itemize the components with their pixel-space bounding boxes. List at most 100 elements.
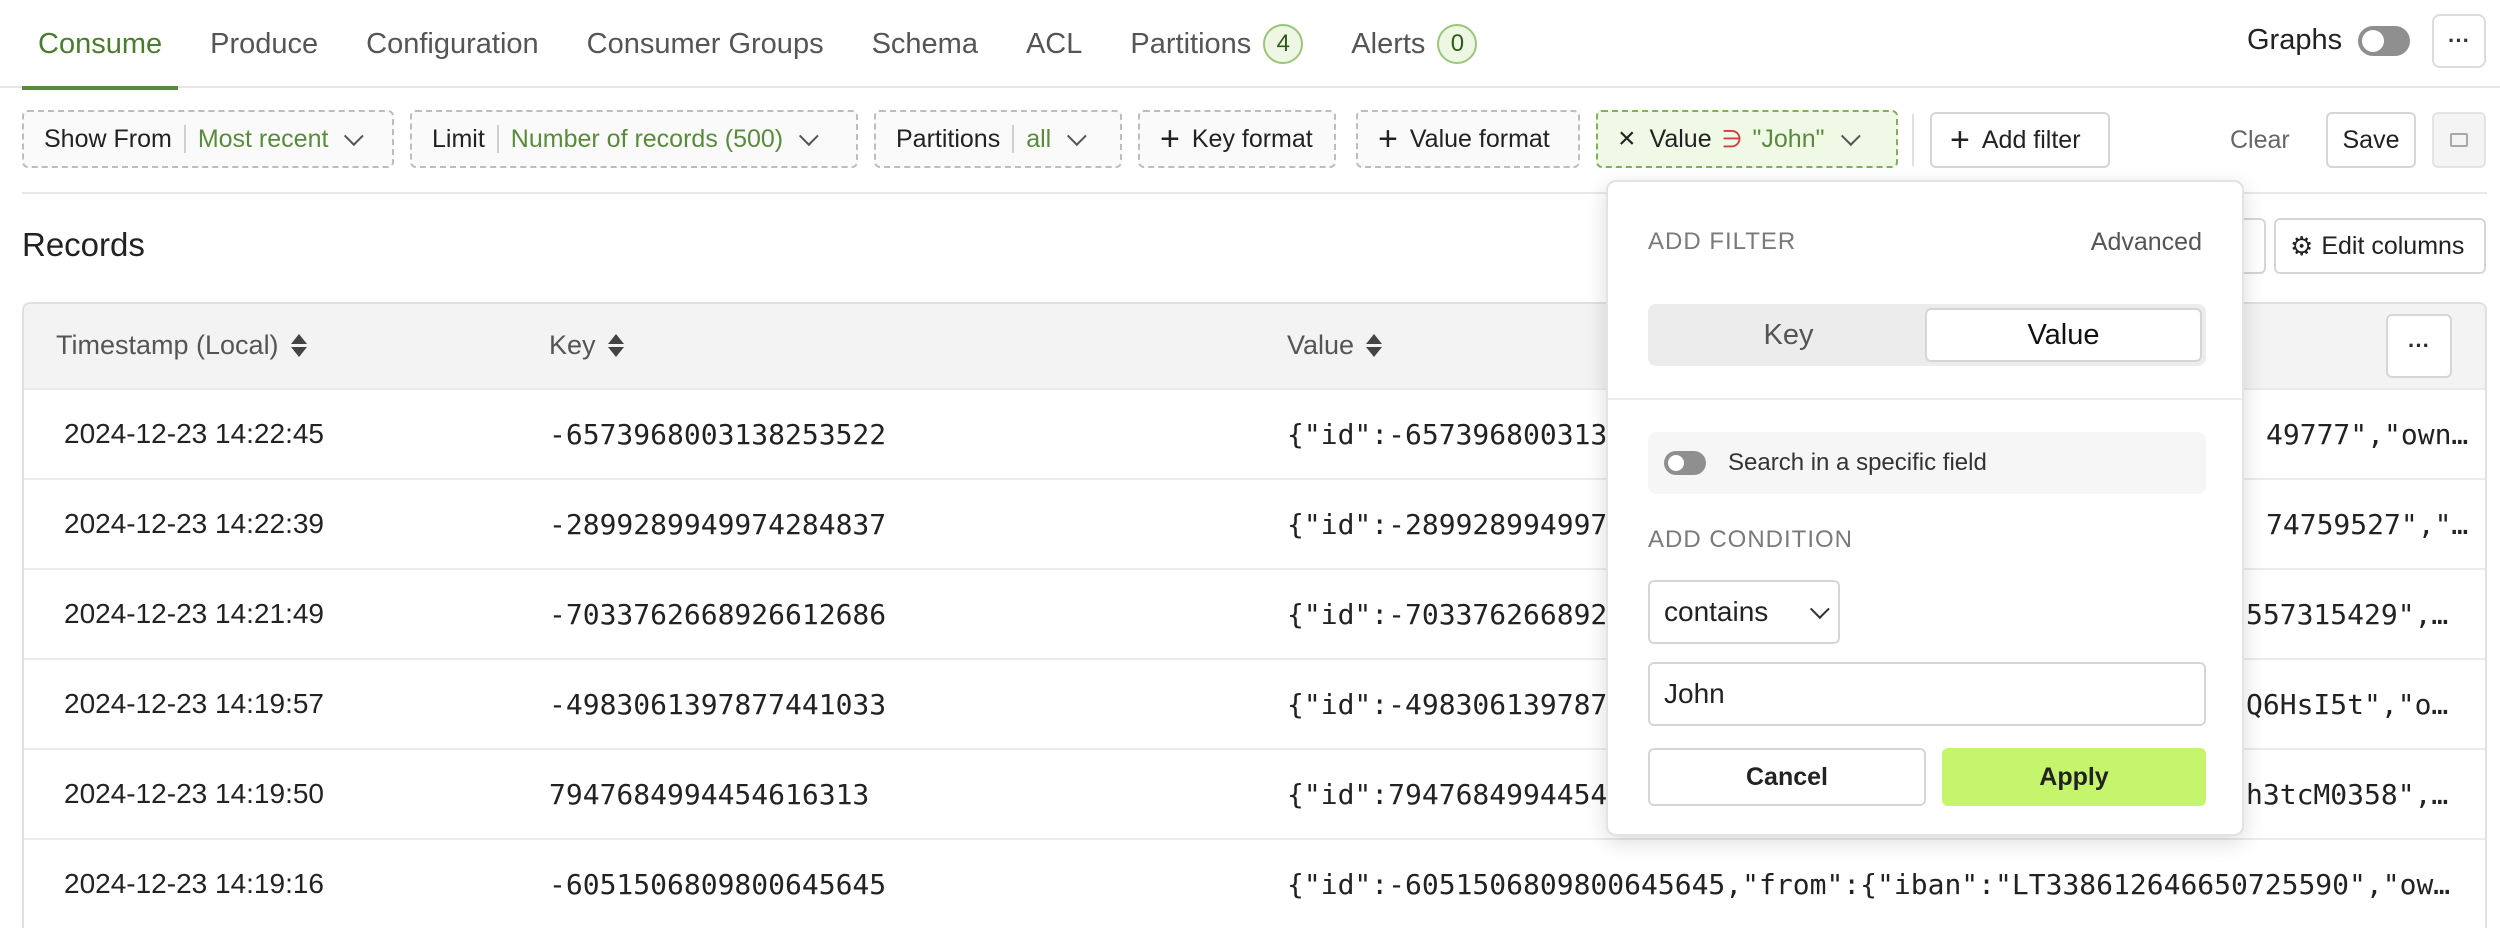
partitions-filter[interactable]: Partitions all [874, 110, 1122, 168]
records-title: Records [22, 226, 145, 263]
divider [1012, 125, 1015, 153]
save-button[interactable]: Save [2326, 112, 2416, 168]
tab-label: Configuration [366, 27, 539, 60]
column-label: Timestamp (Local) [56, 330, 279, 360]
value-filter-field: Value [1649, 124, 1712, 153]
key-format-label: Key format [1191, 124, 1313, 153]
add-filter-button[interactable]: + Add filter [1930, 112, 2110, 168]
add-filter-popover: ADD FILTER Advanced Key Value Search in … [1606, 180, 2244, 836]
value-cell-tail: 557315429",… [2246, 598, 2449, 631]
graphs-toggle[interactable] [2358, 25, 2411, 56]
apply-button[interactable]: Apply [1942, 748, 2206, 806]
limit-filter[interactable]: Limit Number of records (500) [410, 110, 858, 168]
divider [1608, 398, 2242, 400]
show-from-filter[interactable]: Show From Most recent [22, 110, 394, 168]
tab-label: Alerts [1351, 27, 1426, 60]
key-format-button[interactable]: + Key format [1138, 110, 1336, 168]
value-cell-tail: 49777","own… [2266, 418, 2469, 451]
column-label: Value [1287, 330, 1355, 360]
tab-label: Consume [38, 27, 163, 60]
value-cell: {"id":-6051506809800645645,"from":{"iban… [1287, 868, 2451, 901]
key-cell: -6573968003138253522 [549, 418, 887, 451]
sort-icon [290, 334, 307, 357]
filter-bar: Show From Most recent Limit Number of re… [0, 110, 2500, 170]
cancel-label: Cancel [1746, 762, 1828, 791]
partitions-value: all [1026, 124, 1052, 153]
clear-button[interactable]: Clear [2230, 126, 2290, 155]
gear-icon: ⚙ [2290, 230, 2314, 261]
timestamp-cell: 2024-12-23 14:19:16 [64, 868, 324, 899]
value-format-button[interactable]: + Value format [1356, 110, 1580, 168]
segment-key[interactable]: Key [1652, 308, 1925, 362]
condition-title: ADD CONDITION [1648, 526, 1853, 553]
chevron-down-icon [344, 126, 365, 147]
key-cell: -2899289949974284837 [549, 508, 887, 541]
show-from-label: Show From [44, 124, 172, 153]
sort-icon [607, 334, 624, 357]
graphs-toggle-group: Graphs [2247, 24, 2411, 57]
table-more-button[interactable]: ··· [2386, 314, 2452, 378]
tab-produce[interactable]: Produce [194, 0, 334, 88]
timestamp-cell: 2024-12-23 14:22:39 [64, 508, 324, 539]
condition-value: contains [1664, 596, 1769, 627]
value-format-label: Value format [1409, 124, 1550, 153]
cancel-button[interactable]: Cancel [1648, 748, 1926, 806]
save-label: Save [2342, 125, 2400, 154]
timestamp-cell: 2024-12-23 14:19:50 [64, 778, 324, 809]
chevron-down-icon [1809, 599, 1830, 620]
value-filter-value: "John" [1752, 124, 1825, 153]
specific-field-label: Search in a specific field [1728, 449, 1987, 476]
chevron-down-icon [799, 126, 819, 147]
tab-schema[interactable]: Schema [856, 0, 994, 88]
advanced-link[interactable]: Advanced [2091, 228, 2202, 257]
value-filter-chip[interactable]: × Value ∋ "John" [1596, 110, 1898, 168]
tab-consumer-groups[interactable]: Consumer Groups [571, 0, 840, 88]
tab-label: ACL [1025, 27, 1083, 60]
popover-title: ADD FILTER [1648, 228, 1797, 255]
divider [1912, 114, 1914, 166]
key-value-segmented-control: Key Value [1648, 304, 2206, 366]
key-cell: -6051506809800645645 [549, 868, 887, 901]
value-cell-tail: h3tcM0358",… [2246, 778, 2449, 811]
tab-label: Produce [210, 27, 319, 60]
specific-field-toggle[interactable] [1664, 451, 1706, 475]
column-header-value[interactable]: Value [1287, 330, 1383, 361]
plus-icon: + [1378, 120, 1398, 158]
divider [183, 125, 186, 153]
column-header-timestamp[interactable]: Timestamp (Local) [56, 330, 307, 361]
table-row[interactable]: 2024-12-23 14:19:16 -6051506809800645645… [24, 838, 2485, 928]
tab-alerts[interactable]: Alerts 0 [1335, 0, 1493, 88]
more-options-button[interactable]: ··· [2432, 14, 2486, 68]
tab-label: Schema [871, 27, 978, 60]
plus-icon: + [1160, 120, 1180, 158]
value-cell-tail: Q6HsI5t","o… [2246, 688, 2449, 721]
column-header-key[interactable]: Key [549, 330, 624, 361]
timestamp-cell: 2024-12-23 14:19:57 [64, 688, 324, 719]
segment-value[interactable]: Value [1925, 308, 2202, 362]
show-from-value: Most recent [197, 124, 329, 153]
tab-configuration[interactable]: Configuration [350, 0, 555, 88]
timestamp-cell: 2024-12-23 14:22:45 [64, 418, 324, 449]
key-cell: -7033762668926612686 [549, 598, 887, 631]
sort-icon [1366, 334, 1383, 357]
plus-icon: + [1950, 121, 1970, 159]
condition-select[interactable]: contains [1648, 580, 1840, 644]
column-label: Key [549, 330, 596, 360]
copy-icon[interactable] [2432, 112, 2486, 168]
edit-columns-button[interactable]: ⚙ Edit columns [2274, 218, 2486, 274]
ellipsis-icon: ··· [2408, 333, 2430, 358]
apply-label: Apply [2039, 762, 2109, 791]
value-cell-tail: 74759527","… [2266, 508, 2469, 541]
tab-partitions[interactable]: Partitions 4 [1114, 0, 1319, 88]
alerts-count-badge: 0 [1437, 24, 1478, 64]
graphs-label: Graphs [2247, 24, 2343, 56]
tab-label: Partitions [1130, 27, 1252, 60]
filter-value-input[interactable] [1648, 662, 2206, 726]
specific-field-row: Search in a specific field [1648, 432, 2206, 494]
close-icon[interactable]: × [1618, 122, 1636, 156]
contains-operator-icon: ∋ [1721, 125, 1743, 153]
tab-consume[interactable]: Consume [22, 0, 179, 90]
limit-value: Number of records (500) [510, 124, 784, 153]
top-nav: Consume Produce Configuration Consumer G… [0, 0, 2500, 90]
tab-acl[interactable]: ACL [1010, 0, 1098, 88]
